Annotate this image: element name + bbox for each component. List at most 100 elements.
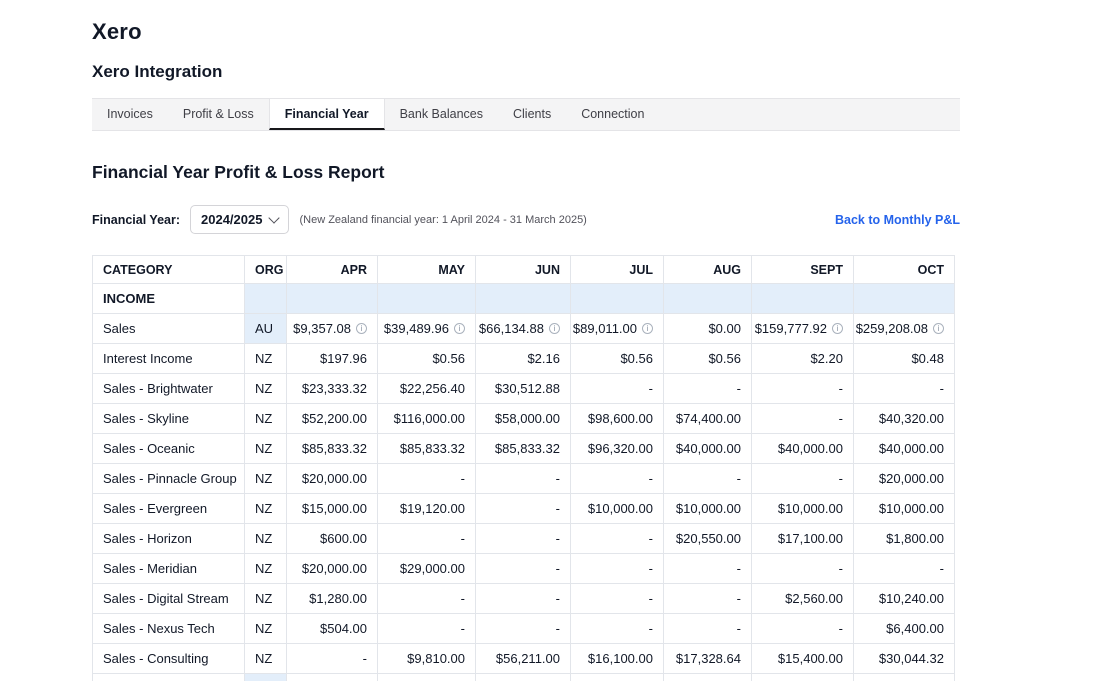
cell-value: $10,000.00: [588, 501, 653, 516]
cell-value: $15,000.00: [302, 501, 367, 516]
cell-value: -: [649, 471, 653, 486]
value-cell: $40,320.00: [854, 404, 955, 434]
cell-value: $40,000.00: [778, 441, 843, 456]
cell-value: $10,000.00: [676, 501, 741, 516]
info-icon[interactable]: i: [549, 323, 560, 334]
value-cell: -: [571, 584, 664, 614]
filter-row: Financial Year: 2024/2025 (New Zealand f…: [92, 205, 960, 234]
cell-value: $58,000.00: [495, 411, 560, 426]
cell-value: $96,320.00: [588, 441, 653, 456]
value-cell: $9,357.08 i: [287, 314, 378, 344]
org-cell: NZ: [245, 344, 287, 374]
cell-value: -: [940, 381, 944, 396]
table-row-sales-meridian: Sales - MeridianNZ$20,000.00$29,000.00--…: [93, 554, 955, 584]
category-cell: INCOME: [93, 284, 245, 314]
value-cell: $0.48: [854, 344, 955, 374]
value-cell: $20,000.00: [287, 554, 378, 584]
cell-value: -: [737, 381, 741, 396]
financial-year-select[interactable]: 2024/2025: [190, 205, 289, 234]
value-cell: -: [571, 374, 664, 404]
value-cell: [571, 284, 664, 314]
cell-value: $600.00: [320, 531, 367, 546]
table-row-sales-pinnacle-group: Sales - Pinnacle GroupNZ$20,000.00-----$…: [93, 464, 955, 494]
cell-value: $20,000.00: [302, 471, 367, 486]
cell-value: -: [737, 471, 741, 486]
value-cell: $2.20: [752, 344, 854, 374]
cell-value: $10,000.00: [879, 501, 944, 516]
table-row-sales-nexus-tech: Sales - Nexus TechNZ$504.00-----$6,400.0…: [93, 614, 955, 644]
value-cell: $15,400.00: [752, 644, 854, 674]
table-row-sales-skyline: Sales - SkylineNZ$52,200.00$116,000.00$5…: [93, 404, 955, 434]
value-cell: $16,100.00: [571, 644, 664, 674]
value-cell: $74,400.00: [664, 404, 752, 434]
value-cell: -: [664, 614, 752, 644]
value-cell: $259,208.08 i: [854, 314, 955, 344]
cell-value: -: [556, 471, 560, 486]
value-cell: $20,000.00: [287, 464, 378, 494]
cell-value: $2.16: [527, 351, 560, 366]
cell-value: -: [737, 591, 741, 606]
cell-value: $259,208.08: [856, 321, 928, 336]
cell-value: $17,328.64: [676, 651, 741, 666]
value-cell: -: [571, 524, 664, 554]
value-cell: $39,489.96i: [378, 314, 476, 344]
info-icon[interactable]: i: [642, 323, 653, 334]
value-cell: -: [752, 404, 854, 434]
value-cell: $159,777.92 i: [752, 314, 854, 344]
value-cell: -: [476, 464, 571, 494]
org-cell: NZ: [245, 644, 287, 674]
value-cell: $17,100.00: [752, 524, 854, 554]
category-cell: Interest Income: [93, 344, 245, 374]
cell-value: $159,777.92: [755, 321, 827, 336]
cell-value: $56,211.00: [496, 651, 560, 666]
cell-value: -: [556, 531, 560, 546]
cell-value: $9,357.08: [293, 321, 351, 336]
tab-financial-year[interactable]: Financial Year: [269, 99, 385, 130]
value-cell: -: [571, 614, 664, 644]
value-cell: $0.56: [664, 344, 752, 374]
chevron-down-icon: [269, 212, 280, 223]
brand-title: Xero: [92, 19, 960, 45]
value-cell: $85,833.32: [476, 434, 571, 464]
info-icon[interactable]: i: [832, 323, 843, 334]
cell-value: $2,560.00: [785, 591, 843, 606]
cell-value: -: [556, 501, 560, 516]
cell-value: $22,256.40: [400, 381, 465, 396]
info-icon[interactable]: i: [454, 323, 465, 334]
value-cell: -: [854, 674, 955, 681]
financial-year-note: (New Zealand financial year: 1 April 202…: [299, 214, 586, 226]
cell-value: -: [556, 561, 560, 576]
cell-value: $10,240.00: [879, 591, 944, 606]
column-header-apr: APR: [287, 256, 378, 284]
info-icon[interactable]: i: [356, 323, 367, 334]
cell-value: $504.00: [320, 621, 367, 636]
cell-value: $66,134.88: [479, 321, 544, 336]
cell-value: $0.00: [708, 321, 741, 336]
category-cell: Sales - Nexus Tech: [93, 614, 245, 644]
value-cell: -: [378, 584, 476, 614]
tab-invoices[interactable]: Invoices: [92, 99, 168, 130]
value-cell: $504.00: [287, 614, 378, 644]
value-cell: $30,044.32: [854, 644, 955, 674]
cell-value: $19,120.00: [400, 501, 465, 516]
tab-clients[interactable]: Clients: [498, 99, 566, 130]
value-cell: -: [287, 644, 378, 674]
cell-value: $2.20: [810, 351, 843, 366]
cell-value: -: [363, 651, 367, 666]
tab-profit-loss[interactable]: Profit & Loss: [168, 99, 269, 130]
value-cell: -: [378, 524, 476, 554]
value-cell: $19,120.00: [378, 494, 476, 524]
value-cell: $30,512.88: [476, 374, 571, 404]
value-cell: -: [476, 674, 571, 681]
cell-value: $15,400.00: [778, 651, 843, 666]
tab-connection[interactable]: Connection: [566, 99, 659, 130]
category-cell: Sales - Consulting: [93, 644, 245, 674]
tab-bank-balances[interactable]: Bank Balances: [385, 99, 498, 130]
cell-value: -: [461, 591, 465, 606]
content-area: Xero Xero Integration InvoicesProfit & L…: [92, 0, 960, 681]
back-to-monthly-pl-link[interactable]: Back to Monthly P&L: [835, 213, 960, 227]
cell-value: $116,000.00: [394, 411, 465, 426]
category-cell: Sales - Evergreen: [93, 494, 245, 524]
info-icon[interactable]: i: [933, 323, 944, 334]
value-cell: $58,000.00: [476, 404, 571, 434]
